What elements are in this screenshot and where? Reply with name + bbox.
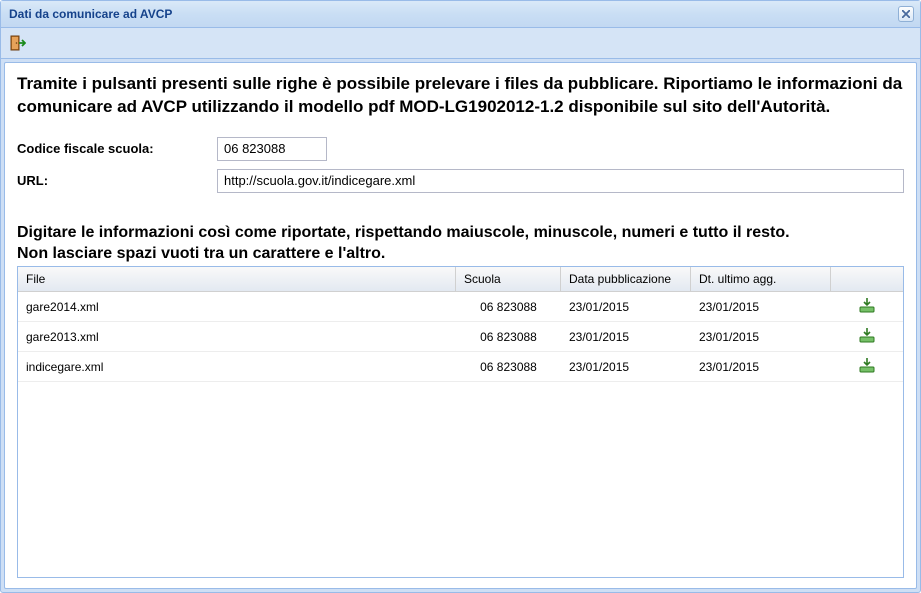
row-codice-fiscale: Codice fiscale scuola: <box>17 137 904 161</box>
table-row: gare2013.xml 06 823088 23/01/2015 23/01/… <box>18 322 903 352</box>
cell-download <box>831 352 903 381</box>
download-button[interactable] <box>859 297 875 313</box>
cell-scuola: 06 823088 <box>456 355 561 379</box>
col-header-download <box>831 267 903 291</box>
close-button[interactable] <box>898 6 914 22</box>
cell-data: 23/01/2015 <box>561 295 691 319</box>
col-header-file[interactable]: File <box>18 267 456 291</box>
label-codice-fiscale: Codice fiscale scuola: <box>17 141 217 156</box>
window-title: Dati da comunicare ad AVCP <box>9 7 172 21</box>
table-row: indicegare.xml 06 823088 23/01/2015 23/0… <box>18 352 903 382</box>
door-exit-icon <box>8 34 26 52</box>
cell-agg: 23/01/2015 <box>691 355 831 379</box>
toolbar <box>1 28 920 59</box>
intro-text: Tramite i pulsanti presenti sulle righe … <box>17 73 904 119</box>
cell-scuola: 06 823088 <box>456 325 561 349</box>
cell-agg: 23/01/2015 <box>691 295 831 319</box>
grid-header: File Scuola Data pubblicazione Dt. ultim… <box>18 267 903 292</box>
cell-download <box>831 322 903 351</box>
download-icon <box>859 357 875 373</box>
files-grid: File Scuola Data pubblicazione Dt. ultim… <box>17 266 904 578</box>
dialog-body: Tramite i pulsanti presenti sulle righe … <box>4 62 917 589</box>
download-button[interactable] <box>859 357 875 373</box>
input-url[interactable] <box>217 169 904 193</box>
cell-file: indicegare.xml <box>18 355 456 379</box>
input-codice-fiscale[interactable] <box>217 137 327 161</box>
exit-button[interactable] <box>5 31 29 55</box>
col-header-data[interactable]: Data pubblicazione <box>561 267 691 291</box>
title-bar: Dati da comunicare ad AVCP <box>1 1 920 28</box>
download-icon <box>859 327 875 343</box>
download-icon <box>859 297 875 313</box>
row-url: URL: <box>17 169 904 193</box>
cell-file: gare2013.xml <box>18 325 456 349</box>
grid-body: gare2014.xml 06 823088 23/01/2015 23/01/… <box>18 292 903 577</box>
cell-data: 23/01/2015 <box>561 325 691 349</box>
cell-agg: 23/01/2015 <box>691 325 831 349</box>
col-header-agg[interactable]: Dt. ultimo agg. <box>691 267 831 291</box>
dialog-window: Dati da comunicare ad AVCP Tramite i pul… <box>0 0 921 593</box>
cell-scuola: 06 823088 <box>456 295 561 319</box>
label-url: URL: <box>17 173 217 188</box>
instructions-line-2: Non lasciare spazi vuoti tra un caratter… <box>17 244 904 265</box>
cell-file: gare2014.xml <box>18 295 456 319</box>
instructions-line-1: Digitare le informazioni così come ripor… <box>17 223 904 244</box>
close-icon <box>902 10 910 18</box>
cell-data: 23/01/2015 <box>561 355 691 379</box>
download-button[interactable] <box>859 327 875 343</box>
col-header-scuola[interactable]: Scuola <box>456 267 561 291</box>
cell-download <box>831 292 903 321</box>
table-row: gare2014.xml 06 823088 23/01/2015 23/01/… <box>18 292 903 322</box>
